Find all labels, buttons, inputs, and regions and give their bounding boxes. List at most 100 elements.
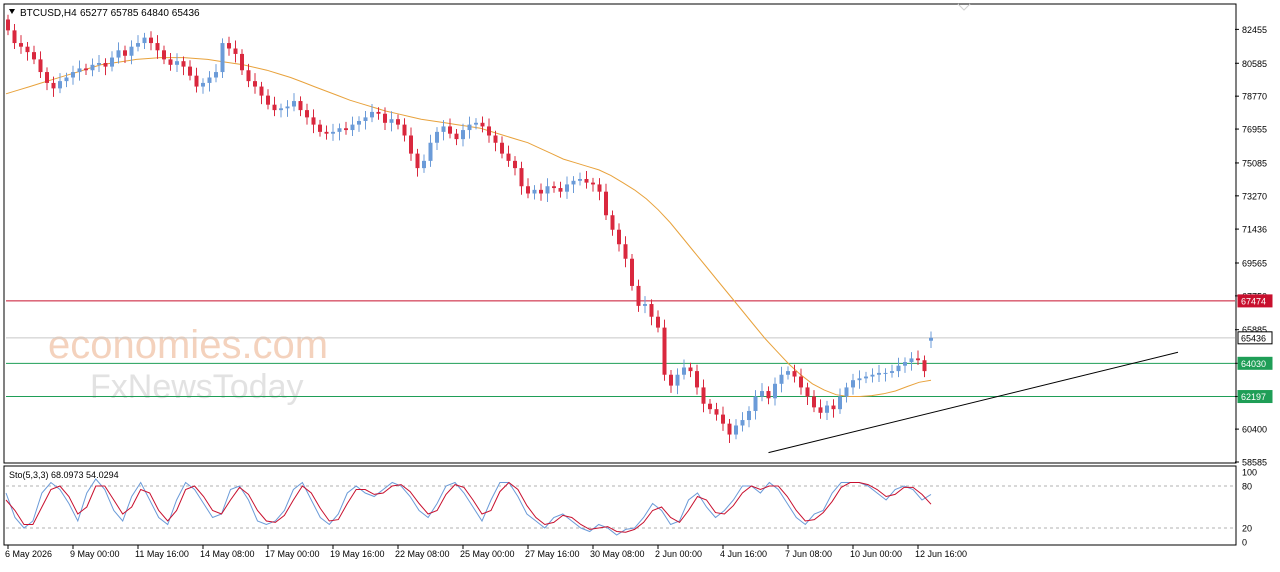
time-tick-label: 11 May 16:00: [135, 549, 189, 559]
candle-body: [864, 376, 868, 379]
candle-body: [376, 111, 381, 114]
candle-body: [870, 374, 875, 377]
candle-body: [38, 59, 43, 73]
candle-body: [259, 86, 264, 96]
candle-body: [903, 362, 907, 366]
candle-body: [929, 337, 933, 341]
candle-body: [71, 72, 75, 78]
candle-body: [825, 405, 829, 413]
candle-body: [168, 59, 173, 65]
candle-body: [584, 178, 589, 183]
price-tick-label: 58585: [1242, 458, 1267, 468]
candle-body: [506, 153, 511, 161]
candle-body: [493, 135, 498, 143]
candle-body: [64, 77, 69, 82]
candle-body: [194, 75, 199, 87]
candle-body: [513, 160, 517, 169]
candle-body: [116, 50, 121, 58]
candle-body: [129, 46, 134, 56]
price-tick-label: 60400: [1242, 425, 1267, 435]
chart-canvas[interactable]: economies.com FxNewsToday BTCUSD,H4 6527…: [0, 0, 1280, 567]
candle-body: [142, 37, 147, 44]
candle-body: [773, 383, 777, 399]
candle-body: [812, 396, 816, 408]
candle-body: [285, 106, 290, 109]
stochastic-tick-label: 0: [1242, 538, 1247, 548]
candle-body: [675, 374, 680, 386]
time-tick-label: 17 May 00:00: [265, 549, 320, 559]
candle-body: [734, 425, 738, 435]
candle-body: [591, 182, 595, 185]
candle-body: [630, 258, 634, 286]
candle-body: [240, 53, 244, 71]
candle-body: [467, 124, 472, 131]
candle-body: [656, 316, 660, 328]
time-tick-label: 10 Jun 00:00: [850, 549, 902, 559]
candle-body: [233, 48, 238, 54]
time-tick-label: 4 Jun 16:00: [720, 549, 767, 559]
candle-body: [578, 178, 582, 181]
candle-body: [396, 119, 400, 125]
time-tick-label: 2 Jun 00:00: [655, 549, 702, 559]
candle-body: [253, 81, 257, 87]
candle-body: [428, 142, 433, 161]
candle-body: [337, 128, 342, 132]
candle-body: [77, 68, 82, 73]
price-level-box-label: 65436: [1241, 333, 1266, 343]
candle-body: [279, 108, 283, 111]
candle-body: [266, 95, 270, 105]
candle-body: [747, 410, 751, 421]
stochastic-tick-label: 100: [1242, 468, 1257, 478]
candle-body: [545, 186, 550, 194]
candle-body: [6, 19, 10, 31]
price-tick-label: 73270: [1242, 191, 1267, 201]
time-tick-label: 14 May 08:00: [200, 549, 255, 559]
candle-body: [227, 43, 231, 49]
candle-body: [175, 61, 179, 65]
candle-body: [402, 124, 407, 136]
candle-body: [389, 119, 394, 123]
candle-body: [766, 391, 771, 399]
candle-body: [207, 77, 212, 83]
price-tick-label: 80585: [1242, 59, 1267, 69]
candle-body: [857, 378, 862, 381]
symbol-label: BTCUSD,H4: [20, 8, 77, 19]
candle-body: [799, 376, 803, 388]
candle-body: [597, 184, 602, 192]
candle-body: [441, 126, 446, 132]
candle-body: [753, 396, 758, 411]
candle-body: [363, 117, 368, 121]
candle-body: [344, 128, 348, 131]
candle-body: [500, 142, 504, 154]
stochastic-label: Sto(5,3,3) 68.0973 54.0294: [9, 470, 119, 480]
price-tick-label: 76955: [1242, 125, 1267, 135]
candle-body: [370, 111, 374, 118]
candle-body: [617, 229, 621, 245]
candle-body: [97, 62, 101, 65]
candle-body: [922, 360, 927, 372]
candle-body: [383, 113, 387, 123]
time-tick-label: 22 May 08:00: [395, 549, 450, 559]
candle-body: [409, 135, 413, 154]
candle-body: [480, 122, 485, 127]
candle-body: [786, 371, 790, 375]
candle-body: [649, 304, 654, 317]
candle-body: [909, 358, 914, 363]
candle-body: [45, 72, 49, 83]
candle-body: [896, 365, 901, 372]
chart-window: economies.com FxNewsToday BTCUSD,H4 6527…: [0, 0, 1280, 567]
candle-body: [415, 153, 420, 169]
candle-body: [571, 180, 576, 185]
candle-body: [604, 191, 608, 216]
candle-body: [526, 186, 530, 194]
price-level-box-label: 62197: [1241, 392, 1266, 402]
time-tick-label: 12 Jun 16:00: [915, 549, 967, 559]
candle-body: [474, 122, 478, 125]
candle-body: [357, 120, 361, 125]
time-tick-label: 25 May 00:00: [460, 549, 515, 559]
price-tick-label: 71436: [1242, 225, 1267, 235]
candle-body: [669, 374, 673, 386]
candle-body: [727, 423, 732, 435]
candle-body: [123, 50, 127, 56]
watermark-brand: FxNewsToday: [90, 368, 304, 406]
